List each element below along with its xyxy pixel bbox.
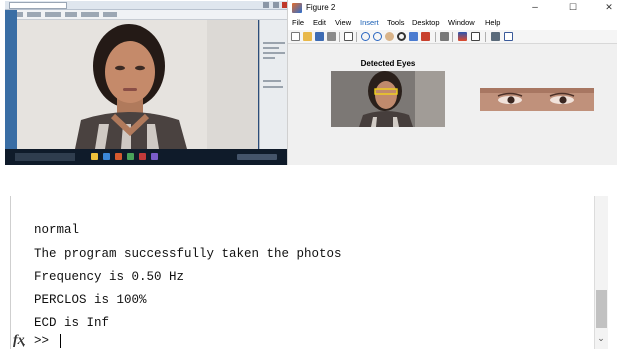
function-browser-dropdown-icon[interactable]: ▾ <box>22 342 25 349</box>
webcam-preview <box>17 20 258 149</box>
minimize-button[interactable]: – <box>528 2 542 13</box>
background-window-edge <box>5 10 17 149</box>
data-cursor-icon[interactable] <box>409 32 418 41</box>
system-tray[interactable] <box>237 154 277 160</box>
file-explorer-icon[interactable] <box>91 153 98 160</box>
menu-file[interactable]: File <box>292 18 304 27</box>
scroll-down-icon[interactable]: ⌄ <box>594 332 608 346</box>
minimize-icon[interactable] <box>263 2 269 8</box>
matlab-taskbar-icon[interactable] <box>115 153 122 160</box>
output-line: PERCLOS is 100% <box>34 293 147 307</box>
figure-toolbar <box>288 30 617 44</box>
command-window-border <box>10 196 11 349</box>
print-icon[interactable] <box>327 32 336 41</box>
zoom-out-icon[interactable] <box>373 32 382 41</box>
axes-title: Detected Eyes <box>360 59 416 68</box>
brush-icon[interactable] <box>421 32 430 41</box>
app-icon[interactable] <box>127 153 134 160</box>
desktop-screenshot <box>5 1 289 165</box>
hide-plot-tools-icon[interactable] <box>491 32 500 41</box>
menu-tools[interactable]: Tools <box>387 18 405 27</box>
legend-icon[interactable] <box>471 32 480 41</box>
windows-taskbar <box>5 149 289 165</box>
new-figure-icon[interactable] <box>291 32 300 41</box>
zoom-in-icon[interactable] <box>361 32 370 41</box>
camera-window-titlebar <box>5 1 289 10</box>
menu-help[interactable]: Help <box>485 18 500 27</box>
app-icon[interactable] <box>139 153 146 160</box>
matlab-figure-icon <box>292 3 302 13</box>
menu-window[interactable]: Window <box>448 18 475 27</box>
menu-insert[interactable]: Insert <box>360 18 379 27</box>
command-window[interactable]: normal The program successfully taken th… <box>0 196 617 349</box>
close-button[interactable]: ✕ <box>602 2 616 13</box>
link-icon[interactable] <box>440 32 449 41</box>
menu-edit[interactable]: Edit <box>313 18 326 27</box>
taskbar-search-box[interactable] <box>15 153 75 161</box>
rotate-icon[interactable] <box>397 32 406 41</box>
webcam-person-image <box>17 20 258 149</box>
browser-icon[interactable] <box>103 153 110 160</box>
camera-window-menubar <box>5 10 289 20</box>
text-cursor[interactable] <box>60 334 61 348</box>
command-prompt: >> <box>34 334 50 348</box>
app-icon[interactable] <box>151 153 158 160</box>
save-icon[interactable] <box>315 32 324 41</box>
pointer-icon[interactable] <box>344 32 353 41</box>
figure-title: Figure 2 <box>306 3 336 12</box>
cropped-eyes-image <box>480 88 594 111</box>
menu-desktop[interactable]: Desktop <box>412 18 440 27</box>
open-icon[interactable] <box>303 32 312 41</box>
matlab-editor-panel <box>259 20 289 149</box>
camera-window-tab[interactable] <box>9 2 67 9</box>
maximize-button[interactable]: ☐ <box>566 2 580 13</box>
scrollbar-thumb[interactable] <box>596 290 607 328</box>
figure-titlebar: Figure 2 – ☐ ✕ <box>288 0 617 16</box>
output-line: ECD is Inf <box>34 316 110 330</box>
show-plot-tools-icon[interactable] <box>504 32 513 41</box>
menu-view[interactable]: View <box>335 18 351 27</box>
output-line: normal <box>34 223 80 237</box>
output-line: The program successfully taken the photo… <box>34 247 342 261</box>
maximize-icon[interactable] <box>273 2 279 8</box>
pan-icon[interactable] <box>385 32 394 41</box>
figure-window: Figure 2 – ☐ ✕ File Edit View Insert Too… <box>287 0 617 165</box>
screen: Figure 2 – ☐ ✕ File Edit View Insert Too… <box>0 0 617 349</box>
detected-face-image <box>331 71 445 127</box>
colorbar-icon[interactable] <box>458 32 467 41</box>
output-line: Frequency is 0.50 Hz <box>34 270 185 284</box>
figure-menubar: File Edit View Insert Tools Desktop Wind… <box>288 16 617 30</box>
